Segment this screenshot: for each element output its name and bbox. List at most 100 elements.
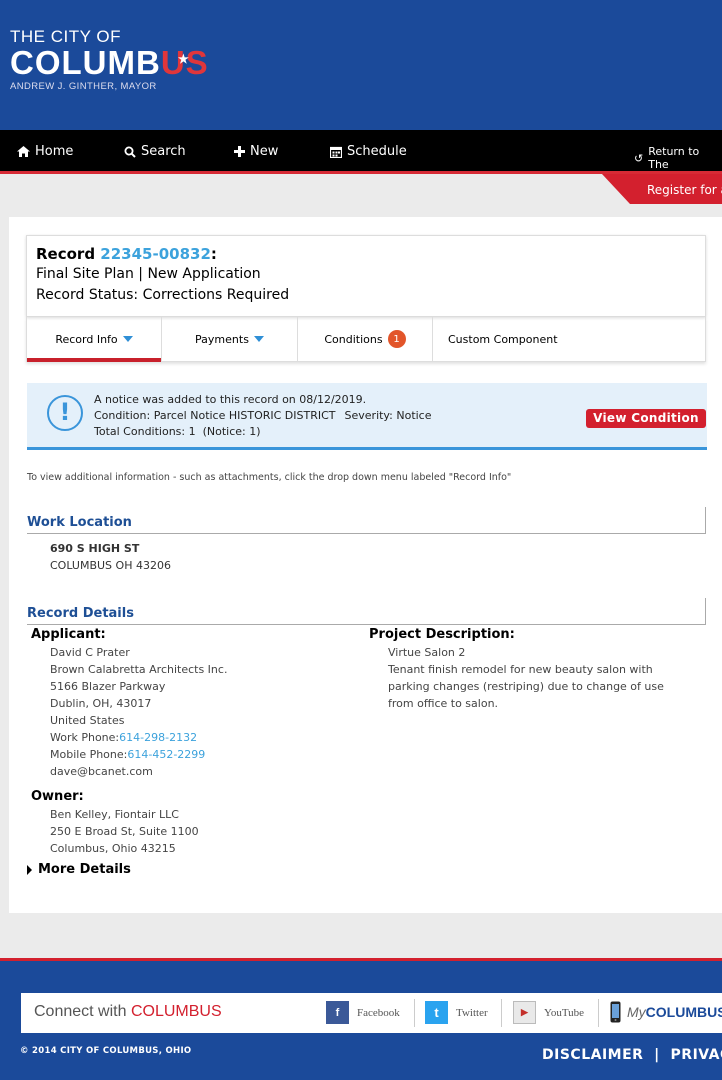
mobile-phone-link[interactable]: 614-452-2299 bbox=[127, 748, 205, 761]
record-details-header: Record Details bbox=[27, 598, 706, 625]
condition-value: Parcel Notice HISTORIC DISTRICT bbox=[153, 409, 336, 422]
divider bbox=[414, 999, 415, 1027]
twitter-label: Twitter bbox=[456, 1006, 488, 1019]
project-description: Tenant finish remodel for new beauty sal… bbox=[388, 663, 664, 710]
record-status: Record Status: Corrections Required bbox=[36, 287, 290, 303]
tab-custom-label: Custom Component bbox=[448, 332, 558, 346]
calendar-icon bbox=[330, 146, 342, 158]
nav-schedule-label: Schedule bbox=[347, 144, 407, 159]
my-prefix: My bbox=[627, 1004, 646, 1020]
record-title: Record 22345-00832: bbox=[36, 245, 705, 264]
logo-line2: COLUMBUS ★ bbox=[10, 46, 209, 80]
disclaimer-privacy-links[interactable]: DISCLAIMER | PRIVACY bbox=[542, 1047, 722, 1063]
nav-new-label: New bbox=[250, 144, 279, 159]
nav-return[interactable]: ↺ Return to The bbox=[634, 145, 722, 171]
nav-home[interactable]: Home bbox=[17, 144, 73, 159]
applicant-city: Dublin, OH, 43017 bbox=[50, 697, 152, 710]
facebook-link[interactable]: f Facebook bbox=[326, 1001, 400, 1024]
owner-label: Owner: bbox=[31, 789, 84, 804]
info-icon: ! bbox=[47, 395, 83, 431]
applicant-email: dave@bcanet.com bbox=[50, 765, 153, 778]
work-phone-row: Work Phone:614-298-2132 bbox=[50, 729, 227, 746]
nav-home-label: Home bbox=[35, 144, 74, 159]
phone-icon bbox=[610, 1001, 621, 1023]
main-nav: Home Search New Schedule ↺ Return to The bbox=[0, 130, 722, 171]
condition-label: Condition: bbox=[94, 409, 151, 422]
connect-bar: Connect with COLUMBUS f Facebook t Twitt… bbox=[21, 993, 722, 1033]
work-location-header: Work Location bbox=[27, 507, 706, 534]
project-name: Virtue Salon 2 bbox=[388, 646, 466, 659]
notice-line1: A notice was added to this record on 08/… bbox=[94, 393, 367, 406]
mobile-phone-row: Mobile Phone:614-452-2299 bbox=[50, 746, 227, 763]
work-phone-link[interactable]: 614-298-2132 bbox=[119, 731, 197, 744]
register-link[interactable]: Register for a bbox=[602, 174, 722, 204]
logo-mayor: ANDREW J. GINTHER, MAYOR bbox=[10, 81, 157, 92]
applicant-name: David C Prater bbox=[50, 646, 130, 659]
caret-down-icon bbox=[253, 336, 264, 342]
nav-schedule[interactable]: Schedule bbox=[330, 144, 407, 159]
tab-record-info[interactable]: Record Info bbox=[27, 317, 162, 362]
record-tabs: Record Info Payments Conditions 1 Custom… bbox=[26, 317, 706, 362]
tab-record-info-label: Record Info bbox=[55, 332, 118, 346]
copyright-text: © 2014 CITY OF COLUMBUS, OHIO bbox=[20, 1046, 192, 1056]
divider bbox=[598, 999, 599, 1027]
mycolumbus-link[interactable]: MyCOLUMBUS bbox=[610, 1001, 722, 1023]
caret-down-icon bbox=[122, 336, 133, 342]
record-number: 22345-00832 bbox=[100, 245, 211, 263]
applicant-country: United States bbox=[50, 714, 125, 727]
applicant-label: Applicant: bbox=[31, 627, 106, 642]
search-icon bbox=[124, 146, 136, 158]
address-line1: 690 S HIGH ST bbox=[50, 542, 140, 555]
work-phone-label: Work Phone: bbox=[50, 731, 120, 744]
work-location-address: 690 S HIGH ST COLUMBUS OH 43206 bbox=[50, 540, 171, 574]
city-logo[interactable]: THE CITY OF COLUMBUS ★ ANDREW J. GINTHER,… bbox=[10, 28, 209, 93]
work-location-title: Work Location bbox=[27, 515, 132, 530]
applicant-owner-column: Applicant: David C Prater Brown Calabret… bbox=[31, 627, 227, 857]
record-colon: : bbox=[210, 245, 217, 263]
content-panel: Record 22345-00832: Final Site Plan | Ne… bbox=[9, 217, 722, 913]
tab-payments[interactable]: Payments bbox=[162, 317, 298, 361]
record-label: Record bbox=[36, 245, 101, 263]
facebook-label: Facebook bbox=[357, 1006, 400, 1019]
mycolumbus-text: MyCOLUMBUS bbox=[627, 1004, 722, 1020]
site-footer: Connect with COLUMBUS f Facebook t Twitt… bbox=[0, 961, 722, 1080]
youtube-link[interactable]: ▶ YouTube bbox=[513, 1001, 584, 1024]
owner-city: Columbus, Ohio 43215 bbox=[50, 842, 176, 855]
mobile-phone-label: Mobile Phone: bbox=[50, 748, 128, 761]
tab-payments-label: Payments bbox=[195, 332, 249, 346]
view-condition-button[interactable]: View Condition bbox=[586, 409, 706, 428]
info-hint: To view additional information - such as… bbox=[27, 472, 512, 483]
caret-right-icon bbox=[27, 864, 32, 875]
my-brand: COLUMBUS bbox=[645, 1004, 722, 1020]
owner-name: Ben Kelley, Fiontair LLC bbox=[50, 808, 179, 821]
star-icon: ★ bbox=[178, 52, 190, 66]
applicant-company: Brown Calabretta Architects Inc. bbox=[50, 663, 228, 676]
notice-banner: ! A notice was added to this record on 0… bbox=[27, 383, 707, 450]
nav-new[interactable]: New bbox=[234, 144, 278, 159]
connect-brand: COLUMBUS bbox=[130, 1003, 222, 1020]
twitter-link[interactable]: t Twitter bbox=[425, 1001, 488, 1024]
owner-street: 250 E Broad St, Suite 1100 bbox=[50, 825, 199, 838]
home-icon bbox=[17, 146, 30, 157]
site-header: THE CITY OF COLUMBUS ★ ANDREW J. GINTHER,… bbox=[0, 0, 722, 130]
youtube-label: YouTube bbox=[544, 1006, 585, 1019]
nav-divider bbox=[0, 171, 722, 174]
project-info: Virtue Salon 2 Tenant finish remodel for… bbox=[369, 644, 689, 712]
nav-search-label: Search bbox=[141, 144, 186, 159]
divider bbox=[501, 999, 502, 1027]
connect-title: Connect with COLUMBUS bbox=[34, 1003, 222, 1021]
address-line2: COLUMBUS OH 43206 bbox=[50, 559, 171, 572]
nav-search[interactable]: Search bbox=[124, 144, 186, 159]
undo-icon: ↺ bbox=[634, 151, 644, 165]
more-details-toggle[interactable]: More Details bbox=[27, 862, 131, 877]
project-column: Project Description: Virtue Salon 2 Tena… bbox=[369, 627, 689, 712]
more-details-label: More Details bbox=[38, 862, 131, 877]
severity-value: Notice bbox=[396, 409, 432, 422]
twitter-icon: t bbox=[425, 1001, 448, 1024]
tab-custom-component[interactable]: Custom Component bbox=[433, 317, 705, 361]
tab-conditions[interactable]: Conditions 1 bbox=[298, 317, 433, 361]
notice-line2: Condition: Parcel Notice HISTORIC DISTRI… bbox=[94, 408, 432, 424]
notice-text: A notice was added to this record on 08/… bbox=[94, 392, 432, 440]
conditions-count-badge: 1 bbox=[387, 330, 406, 348]
connect-prefix: Connect with bbox=[34, 1003, 131, 1020]
